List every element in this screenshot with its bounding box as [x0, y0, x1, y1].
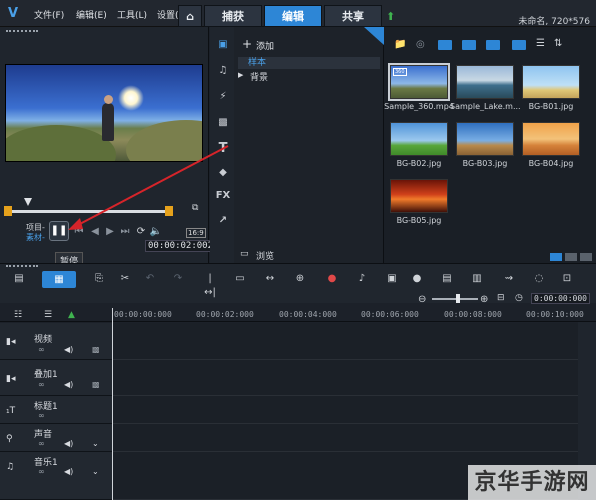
zoom-out-icon[interactable]: ⊖: [418, 294, 426, 305]
link-icon[interactable]: ∞: [38, 345, 45, 354]
audio-mixer-icon[interactable]: ♪: [355, 272, 369, 286]
chevron-down-icon[interactable]: ⌄: [92, 467, 99, 476]
grid-icon[interactable]: ▩: [92, 345, 100, 354]
chapter-icon[interactable]: ▣: [385, 272, 399, 286]
record-capture-icon[interactable]: ●: [325, 272, 339, 286]
color-icon[interactable]: ●: [410, 272, 424, 286]
track-header-voice[interactable]: ⚲ 声音 ∞ ◀) ⌄: [0, 424, 112, 452]
title-track-icon: ₁T: [6, 406, 16, 416]
video-track-icon: ▮◂: [6, 337, 16, 347]
fit-width-icon[interactable]: |↔|: [203, 272, 217, 298]
ruler-tick: 00:00:10:000: [526, 310, 584, 319]
fit-screen-icon[interactable]: ⊡: [560, 272, 574, 286]
undo-icon[interactable]: ↶: [143, 272, 157, 286]
chapter-list-icon[interactable]: ☰: [44, 310, 52, 320]
track-manager-icon[interactable]: ☷: [14, 310, 22, 320]
link-icon[interactable]: ∞: [38, 380, 45, 389]
mask-icon[interactable]: ◌: [532, 272, 546, 286]
zoom-slider[interactable]: [432, 298, 478, 300]
redo-icon[interactable]: ↷: [171, 272, 185, 286]
track-header-title[interactable]: ₁T 标题1 ∞: [0, 396, 112, 424]
track-lane-overlay[interactable]: [112, 360, 578, 396]
track-lane-title[interactable]: [112, 396, 578, 424]
copy-icon[interactable]: ⎘: [92, 272, 106, 286]
clock-icon: ◷: [515, 293, 523, 303]
ruler-tick: 00:00:06:000: [361, 310, 419, 319]
timeline-timecode[interactable]: 0:00:00:000: [531, 293, 590, 304]
timeline-grip[interactable]: [6, 265, 38, 267]
speaker-icon[interactable]: ◀): [64, 439, 73, 448]
watermark: 京华手游网: [468, 465, 596, 500]
multi-trim-icon[interactable]: ▥: [470, 272, 484, 286]
track-name: 视频: [34, 335, 53, 345]
motion-icon[interactable]: ⇝: [502, 272, 516, 286]
track-lane-video[interactable]: [112, 323, 578, 360]
timeline-view-icon[interactable]: ▦: [42, 271, 76, 288]
split-icon[interactable]: ↔: [263, 272, 277, 286]
track-name: 叠加1: [34, 370, 58, 380]
speaker-icon[interactable]: ◀): [64, 345, 73, 354]
track-lane-voice[interactable]: [112, 424, 578, 452]
ruler-tick: 00:00:00:000: [114, 310, 172, 319]
track-header-overlay[interactable]: ▮◂ 叠加1 ∞ ◀) ▩: [0, 360, 112, 396]
overlay-track-icon: ▮◂: [6, 374, 16, 384]
grid-icon[interactable]: ▩: [92, 380, 100, 389]
zoom-slider-knob[interactable]: [456, 294, 460, 303]
snapshot-icon[interactable]: ▭: [233, 272, 247, 286]
add-marker-icon[interactable]: ▲: [68, 310, 75, 320]
title-tool-icon[interactable]: ▤: [440, 272, 454, 286]
zoom-in-icon[interactable]: ⊕: [480, 294, 488, 305]
ruler-tick: 00:00:02:000: [196, 310, 254, 319]
track-header-music[interactable]: ♫ 音乐1 ∞ ◀) ⌄: [0, 452, 112, 500]
storyboard-view-icon[interactable]: ▤: [12, 272, 26, 286]
link-icon[interactable]: ∞: [38, 411, 45, 420]
ruler-tick: 00:00:04:000: [279, 310, 337, 319]
link-icon[interactable]: ∞: [38, 467, 45, 476]
track-header-video[interactable]: ▮◂ 视频 ∞ ◀) ▩: [0, 323, 112, 360]
timeline-playhead[interactable]: [112, 308, 113, 500]
music-track-icon: ♫: [6, 462, 15, 472]
pan-zoom-icon[interactable]: ⊕: [293, 272, 307, 286]
fit-project-icon[interactable]: ⊟: [497, 293, 505, 303]
speaker-icon[interactable]: ◀): [64, 380, 73, 389]
voice-track-icon: ⚲: [6, 434, 13, 444]
chevron-down-icon[interactable]: ⌄: [92, 439, 99, 448]
ruler-tick: 00:00:08:000: [444, 310, 502, 319]
tools-icon[interactable]: ✂: [118, 272, 132, 286]
speaker-icon[interactable]: ◀): [64, 467, 73, 476]
link-icon[interactable]: ∞: [38, 439, 45, 448]
